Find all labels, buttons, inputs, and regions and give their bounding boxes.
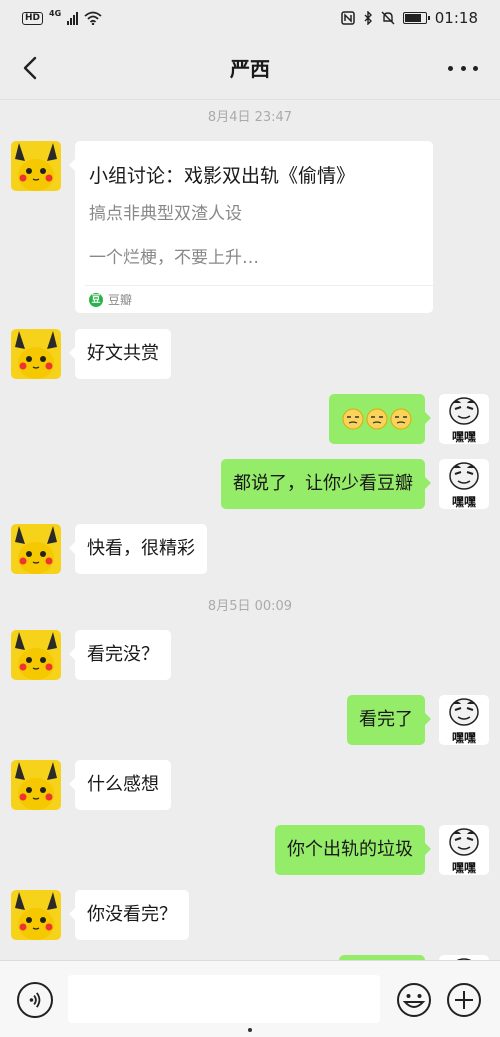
hd-icon: HD: [22, 11, 44, 25]
contact-avatar[interactable]: [11, 141, 61, 191]
avatar-caption: 嘿嘿: [452, 495, 476, 509]
battery-icon: [402, 12, 430, 24]
self-avatar[interactable]: 嘿嘿: [439, 825, 489, 875]
avatar-caption: 嘿嘿: [452, 731, 476, 745]
card-description: 一个烂梗，不要上升…: [89, 248, 259, 268]
message-bubble[interactable]: 看完没？: [69, 630, 171, 680]
chat-title: 严西: [230, 57, 270, 81]
card-subtitle: 搞点非典型双渣人设: [89, 204, 242, 224]
message-bubble[interactable]: 看完了: [347, 695, 431, 745]
more-options-icon[interactable]: [448, 56, 478, 80]
message-bubble[interactable]: 都说了，让你少看豆瓣: [221, 459, 431, 509]
self-avatar[interactable]: 嘿嘿: [439, 459, 489, 509]
emoji-message-bubble[interactable]: [329, 394, 431, 444]
message-bubble[interactable]: 什么感想: [69, 760, 171, 810]
clock: 01:18: [434, 9, 478, 27]
message-bubble[interactable]: 好文共赏: [69, 329, 171, 379]
contact-avatar[interactable]: [11, 760, 61, 810]
self-avatar[interactable]: 嘿嘿: [439, 695, 489, 745]
chat-messages[interactable]: 8月4日 23:47 小组讨论：戏影双出轨《偷情》 搞点非典型双渣人设 一个烂梗…: [0, 100, 500, 960]
contact-avatar[interactable]: [11, 329, 61, 379]
bluetooth-icon: [364, 11, 372, 25]
more-functions-plus-icon[interactable]: [446, 982, 482, 1018]
input-bar: [0, 960, 500, 1037]
voice-input-icon[interactable]: [17, 982, 53, 1018]
nfc-icon: [341, 11, 355, 25]
home-indicator: [248, 1028, 252, 1032]
contact-avatar[interactable]: [11, 630, 61, 680]
card-source-label: 豆瓣: [108, 293, 133, 307]
contact-avatar[interactable]: [11, 890, 61, 940]
card-title: 小组讨论：戏影双出轨《偷情》: [89, 165, 356, 187]
smirk-emoji-icon: [342, 408, 364, 430]
smirk-emoji-icon: [390, 408, 412, 430]
message-bubble[interactable]: 你个出轨的垃圾: [275, 825, 431, 875]
message-bubble[interactable]: 你没看完？: [69, 890, 189, 940]
chat-header: 严西: [0, 36, 500, 100]
contact-avatar[interactable]: [11, 524, 61, 574]
signal-icon: [67, 11, 79, 25]
timestamp: 8月4日 23:47: [207, 110, 293, 125]
back-arrow-icon[interactable]: [18, 54, 46, 82]
douban-icon: 豆: [89, 292, 103, 307]
message-bubble[interactable]: 快看，很精彩: [69, 524, 207, 574]
avatar-caption: 嘿嘿: [452, 861, 476, 875]
timestamp: 8月5日 00:09: [207, 599, 293, 614]
smirk-emoji-icon: [366, 408, 388, 430]
shared-link-card[interactable]: 小组讨论：戏影双出轨《偷情》 搞点非典型双渣人设 一个烂梗，不要上升… 豆 豆瓣: [69, 141, 433, 313]
message-input[interactable]: [68, 975, 380, 1023]
avatar-caption: 嘿嘿: [452, 430, 476, 444]
card-divider: [85, 285, 433, 286]
status-bar: HD 4G 01:18: [0, 0, 500, 36]
wifi-icon: [84, 11, 102, 25]
self-avatar[interactable]: 嘿嘿: [439, 394, 489, 444]
card-source: 豆 豆瓣: [89, 291, 132, 308]
network-type: 4G: [49, 8, 62, 18]
mute-icon: [381, 11, 395, 25]
emoji-picker-icon[interactable]: [396, 982, 432, 1018]
